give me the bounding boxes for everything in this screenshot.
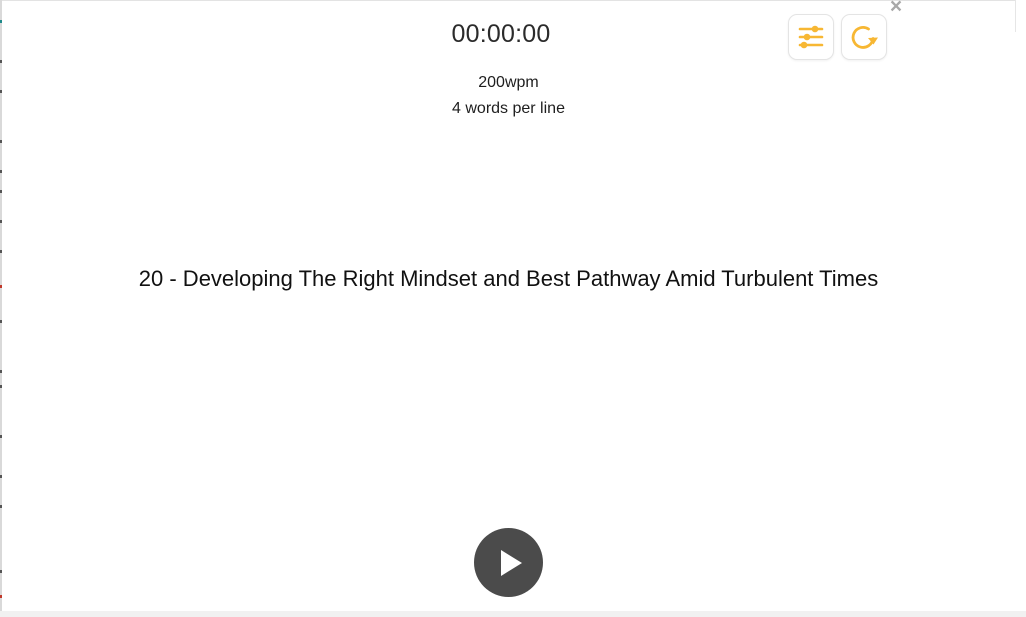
sliders-icon — [798, 25, 824, 49]
play-button[interactable] — [474, 528, 543, 597]
play-icon — [500, 549, 522, 576]
close-button[interactable]: × — [887, 0, 905, 17]
right-edge — [1015, 0, 1016, 32]
settings-button[interactable] — [788, 14, 834, 60]
speed-reader-modal: 00:00:00 200wpm 4 words per line × 20 - … — [0, 0, 1026, 617]
reading-text-display: 20 - Developing The Right Mindset and Be… — [138, 266, 879, 291]
wpm-setting-label: 200wpm — [478, 74, 539, 91]
bottom-bar — [0, 611, 1026, 617]
underlying-page-edge — [0, 0, 2, 617]
refresh-icon — [851, 26, 878, 49]
top-border — [0, 0, 1015, 1]
restart-button[interactable] — [841, 14, 887, 60]
words-per-line-label: 4 words per line — [452, 100, 565, 117]
